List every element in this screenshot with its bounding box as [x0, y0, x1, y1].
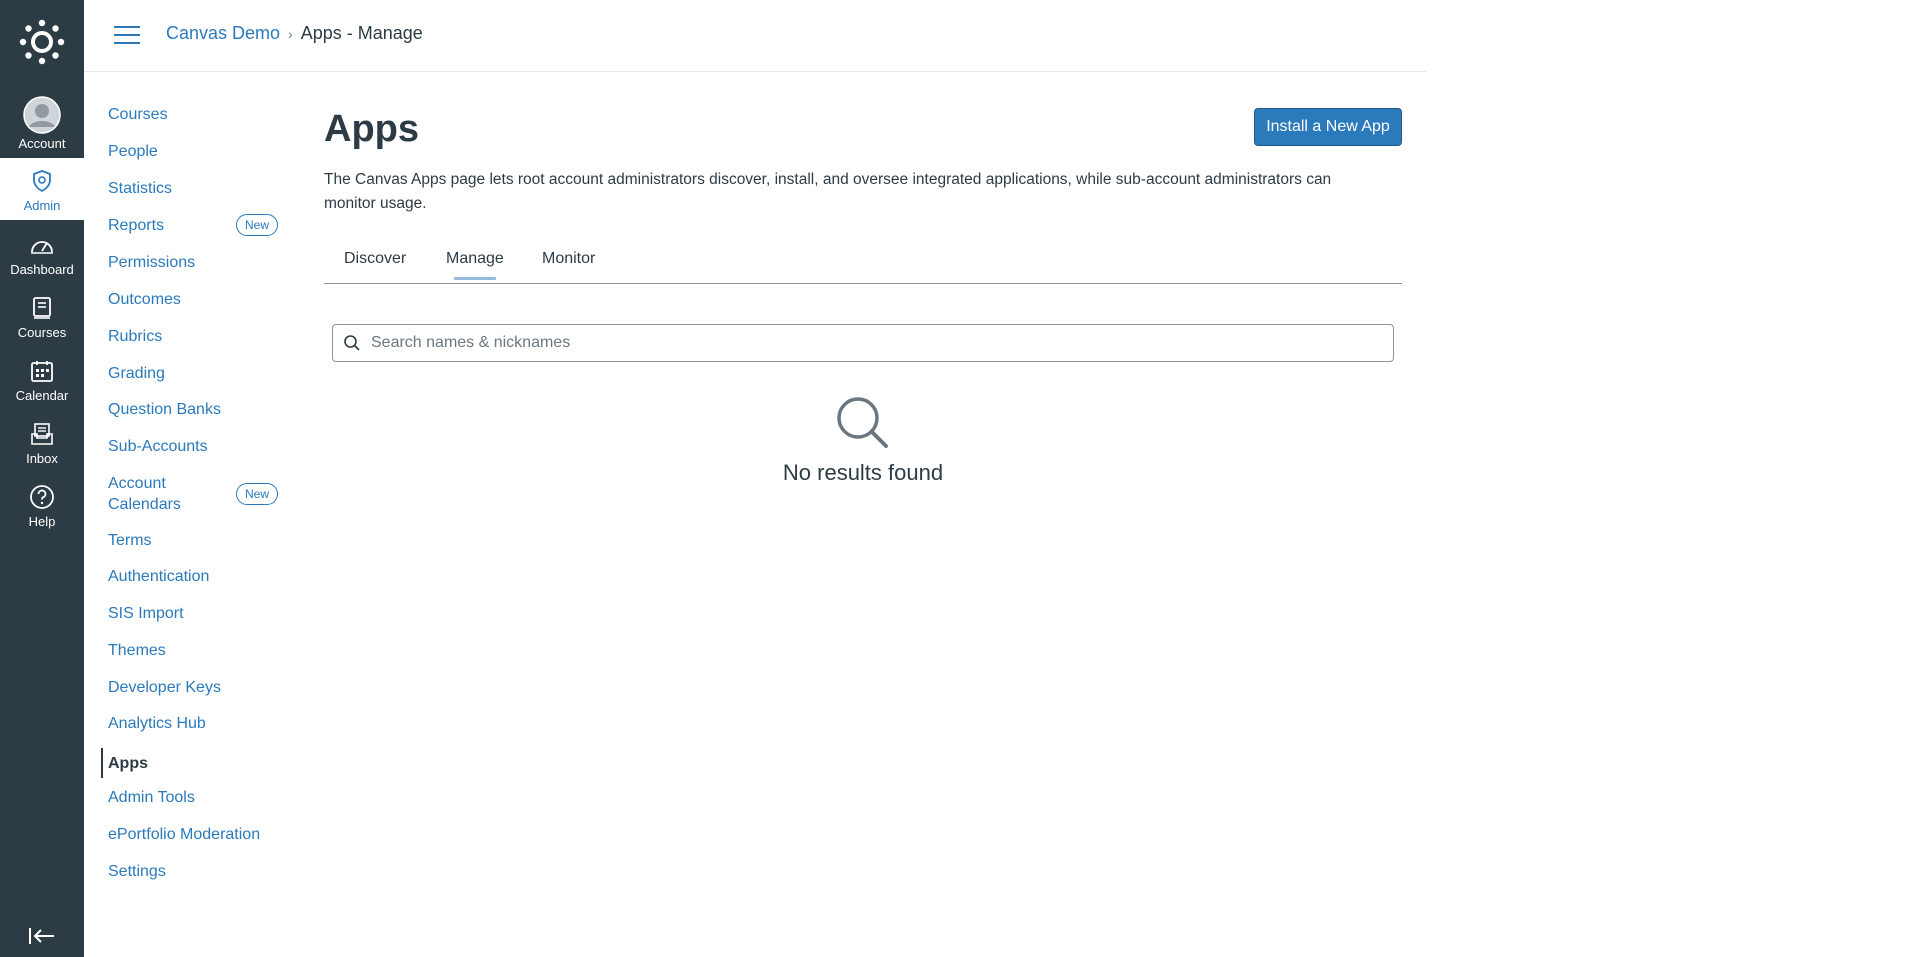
- global-nav-label: Help: [28, 514, 56, 529]
- subnav-item-label: Account Calendars: [108, 475, 181, 513]
- breadcrumb: Canvas Demo › Apps - Manage: [166, 23, 423, 44]
- page-header: Canvas Demo › Apps - Manage: [84, 0, 1426, 72]
- subnav-item-grading[interactable]: Grading: [108, 363, 278, 384]
- new-badge: New: [235, 214, 278, 236]
- subnav-item-label: Statistics: [108, 180, 173, 197]
- subnav-item-permissions[interactable]: Permissions: [108, 252, 278, 273]
- tab-monitor[interactable]: Monitor: [542, 250, 595, 268]
- subnav-item-people[interactable]: People: [108, 141, 278, 162]
- global-nav-help[interactable]: Help: [0, 474, 84, 536]
- subnav-item-label: Terms: [108, 532, 152, 549]
- apps-tabs: Discover Manage Monitor: [324, 246, 1402, 284]
- subnav-item-label: Permissions: [108, 254, 196, 271]
- subnav-item-courses[interactable]: Courses: [108, 104, 278, 125]
- subnav-item-label: Authentication: [108, 568, 210, 585]
- subnav-item-label: ePortfolio Moderation: [108, 826, 261, 843]
- subnav-item-label: Settings: [108, 863, 166, 880]
- subnav-item-label: Outcomes: [108, 291, 181, 308]
- new-badge: New: [235, 483, 278, 505]
- subnav-item-label: SIS Import: [108, 605, 184, 622]
- tab-manage[interactable]: Manage: [446, 250, 504, 280]
- search-input[interactable]: [371, 326, 1381, 360]
- inbox-icon: [27, 419, 57, 449]
- global-nav-label: Calendar: [15, 388, 69, 403]
- breadcrumb-root-link[interactable]: Canvas Demo: [166, 23, 280, 44]
- install-new-app-button[interactable]: Install a New App: [1254, 108, 1402, 146]
- global-nav-label: Courses: [17, 325, 67, 340]
- page-description: The Canvas Apps page lets root account a…: [324, 171, 1332, 212]
- courses-book-icon: [27, 293, 57, 323]
- subnav-item-statistics[interactable]: Statistics: [108, 178, 278, 199]
- global-nav-inbox[interactable]: Inbox: [0, 411, 84, 473]
- hamburger-menu-icon[interactable]: [114, 26, 140, 48]
- subnav-item-label: Themes: [108, 642, 166, 659]
- empty-state-message: No results found: [782, 460, 944, 485]
- tab-discover[interactable]: Discover: [344, 250, 406, 268]
- page-title: Apps: [324, 108, 419, 150]
- account-avatar-icon: [23, 96, 61, 134]
- subnav-item-authentication[interactable]: Authentication: [108, 566, 278, 587]
- subnav-item-terms[interactable]: Terms: [108, 530, 278, 551]
- subnav-item-label: Admin Tools: [108, 789, 195, 806]
- subnav-item-label: Sub-Accounts: [108, 438, 208, 455]
- collapse-nav-button[interactable]: [24, 922, 60, 950]
- global-nav-calendar[interactable]: Calendar: [0, 348, 84, 410]
- breadcrumb-current: Apps - Manage: [300, 23, 423, 43]
- subnav-item-analytics-hub[interactable]: Analytics Hub: [108, 713, 278, 734]
- global-nav-label: Inbox: [26, 451, 58, 466]
- subnav-item-account-calendars[interactable]: Account Calendars New: [108, 473, 278, 515]
- admin-shield-icon: [27, 166, 57, 196]
- help-question-icon: [27, 482, 57, 512]
- collapse-arrow-icon: [29, 928, 54, 944]
- global-nav-dashboard[interactable]: Dashboard: [0, 222, 84, 284]
- subnav-item-sub-accounts[interactable]: Sub-Accounts: [108, 436, 278, 457]
- subnav-item-label: Question Banks: [108, 401, 221, 418]
- search-field: [332, 324, 1394, 362]
- canvas-logo-icon[interactable]: [0, 0, 84, 84]
- subnav-item-label: Reports: [108, 216, 165, 234]
- global-nav-label: Account: [18, 136, 66, 151]
- subnav-item-label: Apps: [108, 754, 148, 772]
- global-navigation: Account Admin Dashboard Courses Calendar…: [0, 0, 84, 957]
- breadcrumb-separator-icon: ›: [288, 25, 293, 42]
- dashboard-gauge-icon: [27, 230, 57, 260]
- subnav-item-rubrics[interactable]: Rubrics: [108, 326, 278, 347]
- global-nav-admin[interactable]: Admin: [0, 158, 84, 220]
- global-nav-label: Admin: [23, 198, 61, 213]
- subnav-item-developer-keys[interactable]: Developer Keys: [108, 677, 278, 698]
- subnav-item-label: People: [108, 143, 158, 160]
- subnav-item-admin-tools[interactable]: Admin Tools: [108, 787, 278, 808]
- subnav-item-outcomes[interactable]: Outcomes: [108, 289, 278, 310]
- subnav-item-label: Grading: [108, 365, 165, 382]
- calendar-icon: [27, 356, 57, 386]
- subnav-item-reports[interactable]: Reports New: [108, 214, 278, 236]
- search-icon: [333, 325, 371, 361]
- subnav-item-label: Developer Keys: [108, 679, 221, 696]
- global-nav-account[interactable]: Account: [0, 88, 84, 156]
- global-nav-courses[interactable]: Courses: [0, 285, 84, 347]
- no-results-magnifier-icon: [836, 396, 890, 450]
- subnav-item-settings[interactable]: Settings: [108, 861, 278, 882]
- global-nav-label: Dashboard: [10, 262, 74, 277]
- subnav-item-sis-import[interactable]: SIS Import: [108, 603, 278, 624]
- subnav-item-eportfolio-moderation[interactable]: ePortfolio Moderation: [108, 824, 278, 845]
- subnav-item-label: Courses: [108, 106, 168, 123]
- subnav-item-label: Analytics Hub: [108, 715, 206, 732]
- subnav-item-themes[interactable]: Themes: [108, 640, 278, 661]
- subnav-item-label: Rubrics: [108, 328, 163, 345]
- subnav-item-question-banks[interactable]: Question Banks: [108, 399, 278, 420]
- subnav-item-apps[interactable]: Apps: [101, 748, 271, 778]
